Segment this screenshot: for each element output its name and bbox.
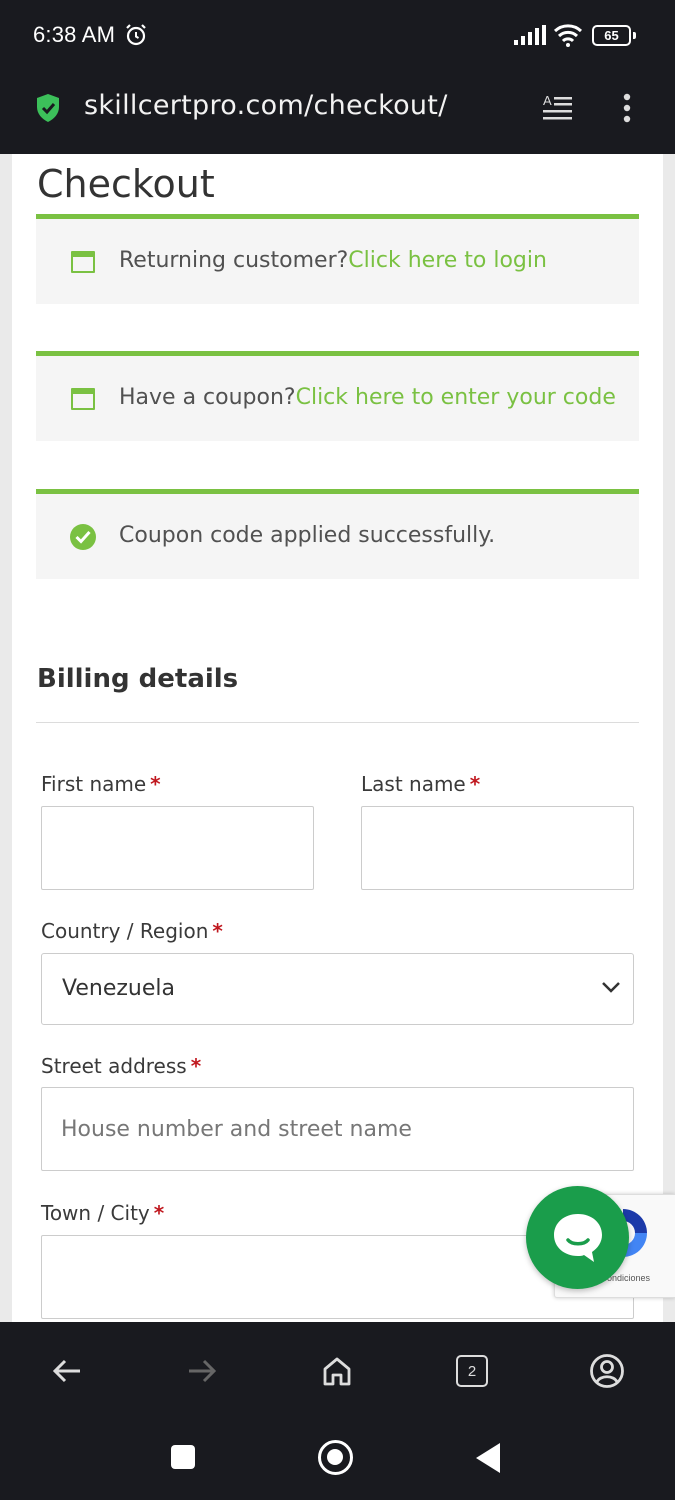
notice-coupon-applied: Coupon code applied successfully. [36,489,639,579]
required-marker: * [153,1201,165,1225]
country-select-value: Venezuela [62,976,175,1001]
notice-success-text: Coupon code applied successfully. [119,523,496,548]
page-content: Checkout Returning customer?Click here t… [12,154,663,1322]
shield-check-icon[interactable] [35,93,61,123]
window-icon [71,251,95,273]
battery-icon: 65 [592,25,636,46]
browser-bottom-toolbar: 2 [0,1322,675,1420]
alarm-icon [126,24,146,46]
system-home-button[interactable] [318,1440,353,1475]
account-circle-icon [590,1354,624,1388]
notice-text: Have a coupon?Click here to enter your c… [119,385,616,410]
status-time: 6:38 AM [33,22,116,47]
battery-level: 65 [604,28,619,43]
tabs-count: 2 [456,1355,488,1387]
required-marker: * [150,772,161,796]
street-address-label: Street address * [41,1054,202,1078]
wifi-icon [553,24,583,47]
last-name-label: Last name * [361,772,481,796]
chat-bubble-icon [554,1214,602,1262]
required-marker: * [469,772,481,796]
svg-text:A: A [543,93,552,108]
system-back-button[interactable] [476,1443,500,1473]
signal-icon [514,25,546,45]
notice-text: Returning customer?Click here to login [119,248,547,273]
last-name-input[interactable] [361,806,634,890]
reader-mode-icon[interactable]: A [541,92,573,124]
system-navigation-bar [0,1420,675,1500]
forward-button[interactable] [182,1351,222,1391]
profile-button[interactable] [587,1351,627,1391]
chat-button[interactable] [526,1186,629,1289]
window-icon [71,388,95,410]
arrow-right-icon [189,1359,217,1383]
login-link[interactable]: Click here to login [348,248,547,273]
tabs-button[interactable]: 2 [452,1351,492,1391]
country-select[interactable]: Venezuela [41,953,634,1025]
notice-returning-customer: Returning customer?Click here to login [36,214,639,304]
url-text[interactable]: skillcertpro.com/checkout/ [84,90,448,121]
overflow-menu-icon[interactable] [620,92,634,124]
enter-coupon-link[interactable]: Click here to enter your code [296,385,616,410]
street-address-input[interactable] [41,1087,634,1171]
page-title: Checkout [37,162,215,206]
back-button[interactable] [47,1351,87,1391]
address-bar: skillcertpro.com/checkout/ A [0,72,675,154]
notice-coupon: Have a coupon?Click here to enter your c… [36,351,639,441]
home-icon [323,1357,351,1386]
arrow-left-icon [52,1359,80,1383]
required-marker: * [190,1054,202,1078]
required-marker: * [212,919,223,943]
check-circle-icon [70,524,96,550]
web-page: Checkout Returning customer?Click here t… [0,154,675,1322]
first-name-input[interactable] [41,806,314,890]
home-button[interactable] [317,1351,357,1391]
billing-details-heading: Billing details [37,664,239,694]
chevron-down-icon [602,982,620,993]
recents-button[interactable] [171,1445,195,1469]
divider [36,722,639,723]
town-city-label: Town / City * [41,1201,165,1225]
first-name-label: First name * [41,772,161,796]
country-label: Country / Region * [41,919,223,943]
status-bar: 6:38 AM 65 [0,0,675,72]
